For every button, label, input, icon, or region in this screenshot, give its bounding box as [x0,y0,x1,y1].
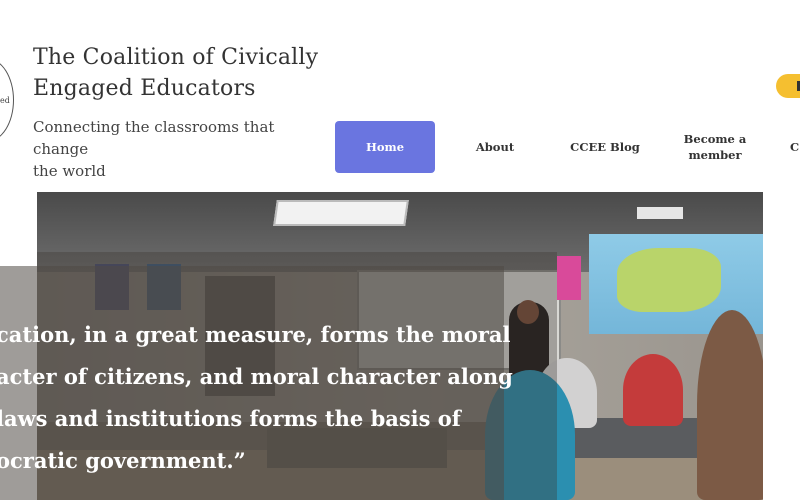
nav-become-member[interactable]: Become a member [675,121,755,173]
nav-about[interactable]: About [455,121,535,173]
photo-pink-sign [557,256,581,300]
photo-us-map [617,248,721,312]
photo-student [623,354,683,426]
site-tagline: Connecting the classrooms that change th… [33,116,333,182]
nav-contact[interactable]: C [790,121,800,173]
photo-student [697,310,763,500]
site-title-line2: Engaged Educators [33,76,256,101]
nav-home[interactable]: Home [335,121,435,173]
nav-ccee-blog[interactable]: CCEE Blog [560,121,650,173]
site-title[interactable]: The Coalition of Civically Engaged Educa… [33,42,323,104]
quote-line1: cation, in a great measure, forms the mo… [0,322,511,347]
logo-text: ed [0,96,10,105]
photo-ceiling-light-2 [637,207,683,219]
header-action-button[interactable] [776,74,800,98]
tagline-line1: Connecting the classrooms that change [33,118,275,158]
hero-quote: cation, in a great measure, forms the mo… [0,314,516,482]
nav-become-member-line1: Become a [683,132,747,146]
tagline-line2: the world [33,162,106,180]
nav-become-member-line2: member [688,148,742,162]
quote-line3: laws and institutions forms the basis of [0,406,461,431]
quote-line2: acter of citizens, and moral character a… [0,364,513,389]
quote-line4: ocratic government.” [0,448,246,473]
photo-ceiling-light [273,200,409,226]
site-title-line1: The Coalition of Civically [33,45,319,70]
